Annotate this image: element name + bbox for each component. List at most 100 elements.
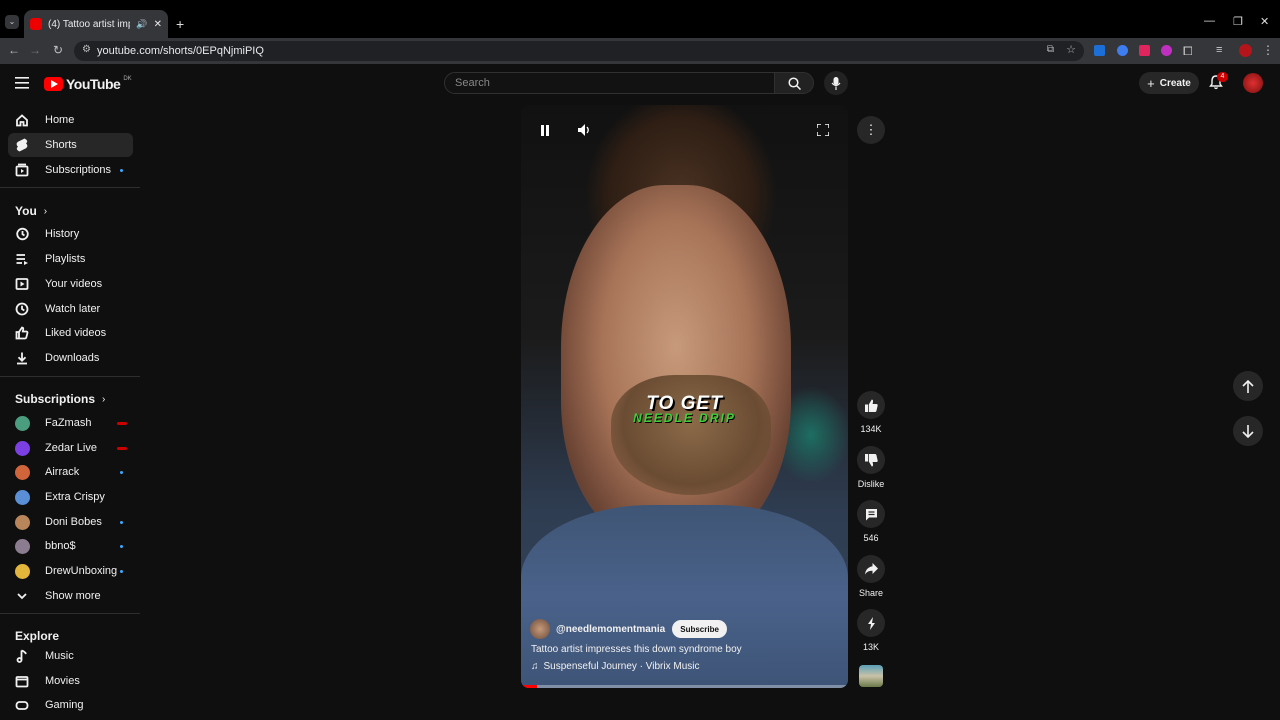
sidebar-channel-bbnos[interactable]: bbno$ [8, 534, 133, 558]
sidebar-item-history[interactable]: History [8, 222, 133, 246]
short-video-player[interactable]: TO GET NEEDLE DRIP @needlemomentmania Su… [521, 105, 848, 688]
pause-button[interactable] [536, 121, 554, 139]
video-caption-line2: NEEDLE DRIP [633, 411, 736, 425]
dislike-label: Dislike [857, 479, 885, 489]
channel-avatar [15, 563, 30, 579]
sidebar-item-label: Liked videos [45, 327, 107, 339]
extension-icon[interactable] [1094, 45, 1105, 56]
sidebar-item-music[interactable]: Music [8, 644, 133, 668]
subscribe-button[interactable]: Subscribe [672, 620, 727, 638]
arrow-up-icon [1242, 379, 1254, 393]
sidebar-channel-airrack[interactable]: Airrack [8, 460, 133, 484]
comments-button[interactable] [857, 500, 885, 528]
close-window-button[interactable]: ✕ [1260, 15, 1269, 28]
sidebar-item-playlists[interactable]: Playlists [8, 247, 133, 271]
progress-bar[interactable] [521, 685, 848, 688]
sidebar-item-gaming[interactable]: Gaming [8, 693, 133, 717]
sidebar-item-label: Gaming [45, 699, 84, 711]
restore-button[interactable]: ❐ [1233, 15, 1243, 28]
bookmark-star-icon[interactable]: ☆ [1066, 43, 1076, 56]
sidebar-item-shorts[interactable]: Shorts [8, 133, 133, 157]
liked-videos-icon [15, 326, 29, 340]
comments-action: 546 [857, 500, 885, 543]
music-attribution[interactable]: ♫ Suspenseful Journey · Vibrix Music [531, 661, 700, 672]
music-icon [15, 649, 29, 663]
sidebar-item-downloads[interactable]: Downloads [8, 346, 133, 370]
tab-close-icon[interactable]: ✕ [154, 19, 162, 30]
channel-name: Airrack [45, 466, 80, 478]
browser-menu-icon[interactable]: ⋮ [1262, 43, 1274, 57]
notifications-button[interactable]: 4 [1209, 72, 1228, 91]
voice-search-button[interactable] [824, 71, 848, 95]
more-options-button[interactable]: ⋮ [857, 116, 885, 144]
create-button[interactable]: + Create [1139, 72, 1199, 94]
share-label: Share [858, 588, 884, 598]
you-section-title[interactable]: You › [15, 204, 47, 218]
back-icon[interactable]: ← [7, 43, 21, 57]
channel-avatar [15, 464, 30, 480]
tab-list-button[interactable]: ⌄ [5, 15, 19, 29]
short-title[interactable]: Tattoo artist impresses this down syndro… [531, 644, 742, 655]
channel-name: DrewUnboxing [45, 565, 118, 577]
like-action: 134K [857, 391, 885, 434]
account-avatar[interactable] [1243, 73, 1263, 93]
channel-name: Doni Bobes [45, 516, 102, 528]
volume-button[interactable] [575, 121, 593, 139]
channel-name: FaZmash [45, 417, 92, 429]
sidebar-item-label: Subscriptions [45, 164, 112, 176]
sidebar-channel-drewunboxing[interactable]: DrewUnboxing [8, 559, 133, 583]
show-more-button[interactable]: Show more [8, 584, 133, 608]
new-content-dot [120, 569, 123, 573]
sidebar-item-your-videos[interactable]: Your videos [8, 272, 133, 296]
channel-avatar[interactable] [530, 619, 550, 639]
live-indicator-icon [117, 421, 127, 425]
explore-section-title: Explore [15, 629, 60, 643]
browser-tab[interactable]: (4) Tattoo artist impresses t 🔊 ✕ [24, 10, 168, 38]
sound-thumbnail[interactable] [859, 665, 883, 687]
channel-handle[interactable]: @needlemomentmania [556, 624, 665, 635]
more-vert-icon: ⋮ [864, 122, 878, 137]
sidebar-item-movies[interactable]: Movies [8, 669, 133, 693]
sidebar-item-home[interactable]: Home [8, 108, 133, 132]
chevron-down-icon [15, 589, 29, 603]
subscriptions-section-title[interactable]: Subscriptions › [15, 392, 105, 406]
search-input[interactable]: Search [444, 72, 775, 94]
extensions-puzzle-icon[interactable]: ⧠ [1183, 44, 1193, 59]
reload-icon[interactable]: ↻ [51, 43, 65, 57]
chevron-right-icon: › [43, 205, 48, 217]
profile-avatar[interactable] [1239, 44, 1252, 57]
channel-avatar [15, 514, 30, 530]
previous-short-button[interactable] [1233, 371, 1263, 401]
sidebar-item-subscriptions[interactable]: Subscriptions [8, 158, 133, 182]
install-icon[interactable]: ⧉ [1047, 44, 1054, 55]
forward-icon[interactable]: → [28, 43, 42, 57]
new-tab-button[interactable]: + [176, 16, 184, 32]
extension-icon[interactable] [1117, 45, 1128, 56]
search-button[interactable] [774, 72, 814, 94]
divider [0, 187, 140, 188]
share-button[interactable] [857, 555, 885, 583]
address-bar[interactable]: ⚙ youtube.com/shorts/0EPqNjmiPIQ ⧉ ☆ [74, 41, 1084, 61]
next-short-button[interactable] [1233, 416, 1263, 446]
channel-row: @needlemomentmania Subscribe [530, 619, 727, 639]
remix-button[interactable] [857, 609, 885, 637]
sidebar-item-liked-videos[interactable]: Liked videos [8, 321, 133, 345]
fullscreen-button[interactable] [814, 121, 832, 139]
sidebar-channel-doni-bobes[interactable]: Doni Bobes [8, 510, 133, 534]
minimize-button[interactable]: — [1204, 15, 1215, 27]
media-controls-icon[interactable]: ≡ [1216, 44, 1222, 56]
extension-icon[interactable] [1161, 45, 1172, 56]
audio-icon[interactable]: 🔊 [136, 19, 147, 30]
sidebar-channel-extra-crispy[interactable]: Extra Crispy [8, 485, 133, 509]
sidebar-channel-fazmash[interactable]: FaZmash [8, 411, 133, 435]
like-button[interactable] [857, 391, 885, 419]
sidebar-channel-zedar-live[interactable]: Zedar Live [8, 436, 133, 460]
progress-fill [521, 685, 538, 688]
site-info-icon[interactable]: ⚙ [82, 44, 91, 55]
sidebar-item-watch-later[interactable]: Watch later [8, 297, 133, 321]
music-title: Suspenseful Journey · Vibrix Music [543, 661, 700, 672]
extension-icon[interactable] [1139, 45, 1150, 56]
dislike-button[interactable] [857, 446, 885, 474]
sidebar-item-label: Playlists [45, 253, 86, 265]
new-content-dot [120, 168, 123, 172]
